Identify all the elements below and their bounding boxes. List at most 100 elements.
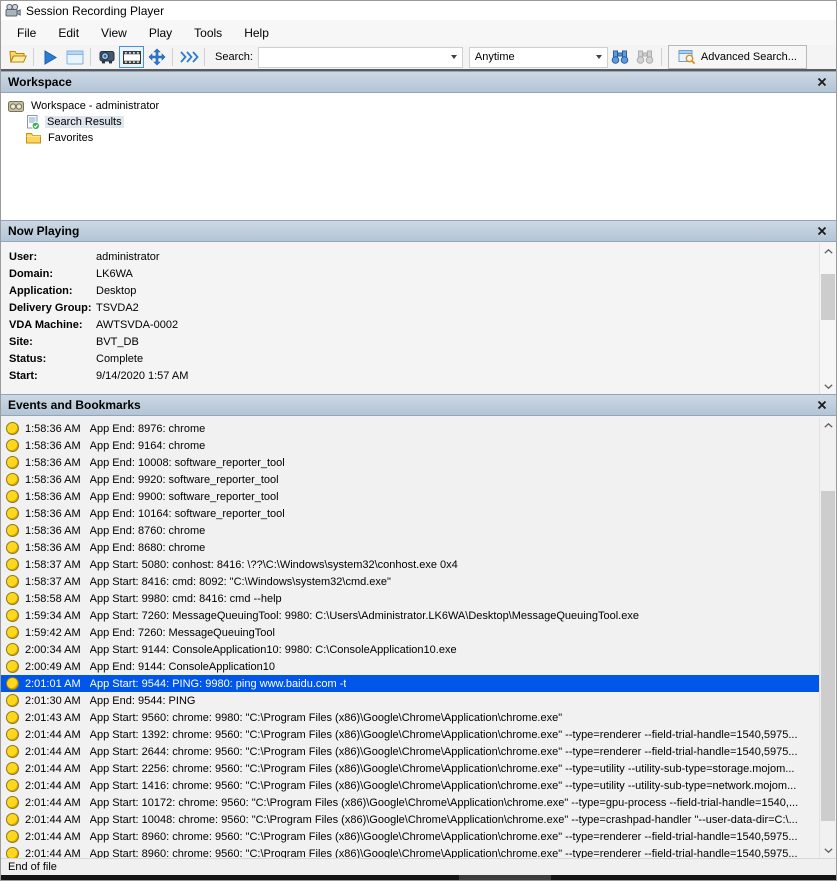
event-bookmark-icon [6, 456, 19, 469]
menu-item[interactable]: Help [233, 22, 280, 44]
now-playing-fields: User: administrator Domain: LK6WA Applic… [1, 242, 836, 394]
close-icon[interactable] [815, 398, 829, 412]
event-row[interactable]: 1:58:36 AM App End: 8976: chrome [1, 420, 821, 437]
event-row[interactable]: 2:01:30 AM App End: 9544: PING [1, 692, 821, 709]
event-row[interactable]: 2:01:44 AM App Start: 1416: chrome: 9560… [1, 777, 821, 794]
event-row[interactable]: 1:58:58 AM App Start: 9980: cmd: 8416: c… [1, 590, 821, 607]
event-bookmark-icon [6, 796, 19, 809]
tree-item-label: Favorites [46, 132, 95, 144]
close-icon[interactable] [815, 75, 829, 89]
event-row[interactable]: 2:01:44 AM App Start: 1392: chrome: 9560… [1, 726, 821, 743]
advanced-search-button[interactable]: Advanced Search... [668, 45, 807, 69]
event-row[interactable]: 1:59:34 AM App Start: 7260: MessageQueui… [1, 607, 821, 624]
toolbar-separator [172, 48, 173, 66]
event-time: 1:58:36 AM [25, 440, 81, 452]
event-text: App End: 9900: software_reporter_tool [90, 491, 279, 503]
menu-item[interactable]: View [90, 22, 138, 44]
tree-item-workspace-root[interactable]: Workspace - administrator [8, 98, 836, 114]
event-time: 2:01:43 AM [25, 712, 81, 724]
scrollbar-thumb[interactable] [821, 274, 835, 320]
event-bookmark-icon [6, 779, 19, 792]
event-row[interactable]: 2:01:44 AM App Start: 10048: chrome: 956… [1, 811, 821, 828]
event-row[interactable]: 1:58:36 AM App End: 9164: chrome [1, 437, 821, 454]
field-value: Desktop [96, 285, 136, 297]
scrollbar-track[interactable] [820, 259, 836, 378]
event-bookmark-icon [6, 847, 19, 858]
status-text: End of file [8, 861, 57, 873]
event-text: App Start: 5080: conhost: 8416: \??\C:\W… [90, 559, 458, 571]
time-filter-dropdown-arrow[interactable] [592, 48, 607, 67]
now-playing-panel-title: Now Playing [8, 224, 79, 238]
event-row[interactable]: 2:01:44 AM App Start: 8960: chrome: 9560… [1, 828, 821, 845]
scrollbar-track[interactable] [820, 433, 836, 842]
event-row[interactable]: 2:01:44 AM App Start: 2644: chrome: 9560… [1, 743, 821, 760]
window-icon[interactable] [62, 46, 87, 68]
scroll-down-icon[interactable] [820, 842, 836, 858]
open-folder-icon[interactable] [5, 46, 30, 68]
menu-item[interactable]: Tools [183, 22, 233, 44]
menu-item[interactable]: Edit [47, 22, 90, 44]
events-panel-title: Events and Bookmarks [8, 398, 141, 412]
event-time: 2:01:44 AM [25, 780, 81, 792]
event-time: 2:01:44 AM [25, 831, 81, 843]
scrollbar-thumb[interactable] [821, 491, 835, 821]
seek-bar-segment[interactable] [459, 875, 551, 881]
event-bookmark-icon [6, 490, 19, 503]
time-filter-combobox[interactable]: Anytime [469, 47, 608, 68]
search-dropdown-arrow[interactable] [447, 48, 462, 67]
tree-item-label: Workspace - administrator [29, 100, 161, 112]
close-icon[interactable] [815, 224, 829, 238]
event-text: App End: 10008: software_reporter_tool [90, 457, 285, 469]
menu-item[interactable]: Play [138, 22, 183, 44]
event-bookmark-icon [6, 575, 19, 588]
event-row[interactable]: 1:58:36 AM App End: 8680: chrome [1, 539, 821, 556]
event-row[interactable]: 1:58:36 AM App End: 9900: software_repor… [1, 488, 821, 505]
event-row[interactable]: 2:00:49 AM App End: 9144: ConsoleApplica… [1, 658, 821, 675]
event-row[interactable]: 1:58:36 AM App End: 9920: software_repor… [1, 471, 821, 488]
event-row[interactable]: 2:01:01 AM App Start: 9544: PING: 9980: … [1, 675, 821, 692]
event-row[interactable]: 1:58:36 AM App End: 10164: software_repo… [1, 505, 821, 522]
event-row[interactable]: 1:58:36 AM App End: 8760: chrome [1, 522, 821, 539]
filmstrip-icon[interactable] [119, 46, 144, 68]
scroll-up-icon[interactable] [820, 243, 836, 259]
play-icon[interactable] [37, 46, 62, 68]
workspace-panel-title: Workspace [8, 75, 72, 89]
scroll-down-icon[interactable] [820, 378, 836, 394]
event-bookmark-icon [6, 694, 19, 707]
seek-bar[interactable] [1, 875, 836, 881]
event-row[interactable]: 2:01:44 AM App Start: 2256: chrome: 9560… [1, 760, 821, 777]
event-row[interactable]: 2:01:44 AM App Start: 10172: chrome: 956… [1, 794, 821, 811]
projector-icon[interactable] [94, 46, 119, 68]
event-row[interactable]: 2:01:44 AM App Start: 8960: chrome: 9560… [1, 845, 821, 858]
event-row[interactable]: 1:58:37 AM App Start: 5080: conhost: 841… [1, 556, 821, 573]
pan-icon[interactable] [144, 46, 169, 68]
tree-item-favorites[interactable]: Favorites [26, 130, 836, 146]
search-input[interactable] [259, 48, 447, 67]
event-row[interactable]: 2:00:34 AM App Start: 9144: ConsoleAppli… [1, 641, 821, 658]
now-playing-field: Start: 9/14/2020 1:57 AM [1, 367, 836, 384]
event-row[interactable]: 1:58:37 AM App Start: 8416: cmd: 8092: "… [1, 573, 821, 590]
event-time: 2:01:44 AM [25, 763, 81, 775]
advanced-search-label: Advanced Search... [701, 51, 797, 63]
event-bookmark-icon [6, 592, 19, 605]
event-text: App End: 9920: software_reporter_tool [90, 474, 279, 486]
find-binoculars-icon[interactable] [608, 46, 633, 68]
menu-item[interactable]: File [6, 22, 47, 44]
now-playing-scrollbar[interactable] [819, 243, 836, 394]
events-scrollbar[interactable] [819, 417, 836, 858]
event-time: 2:01:44 AM [25, 848, 81, 859]
workspace-icon [8, 100, 24, 113]
event-row[interactable]: 2:01:43 AM App Start: 9560: chrome: 9980… [1, 709, 821, 726]
scroll-up-icon[interactable] [820, 417, 836, 433]
advanced-search-icon [678, 49, 696, 65]
title-bar: Session Recording Player [1, 1, 836, 20]
event-time: 2:01:30 AM [25, 695, 81, 707]
event-text: App End: 9164: chrome [90, 440, 206, 452]
field-value: TSVDA2 [96, 302, 139, 314]
more-chevrons-icon[interactable] [176, 46, 201, 68]
tree-item-search-results[interactable]: Search Results [26, 114, 836, 130]
event-row[interactable]: 1:58:36 AM App End: 10008: software_repo… [1, 454, 821, 471]
event-text: App Start: 7260: MessageQueuingTool: 998… [90, 610, 639, 622]
event-row[interactable]: 1:59:42 AM App End: 7260: MessageQueuing… [1, 624, 821, 641]
field-value: 9/14/2020 1:57 AM [96, 370, 188, 382]
